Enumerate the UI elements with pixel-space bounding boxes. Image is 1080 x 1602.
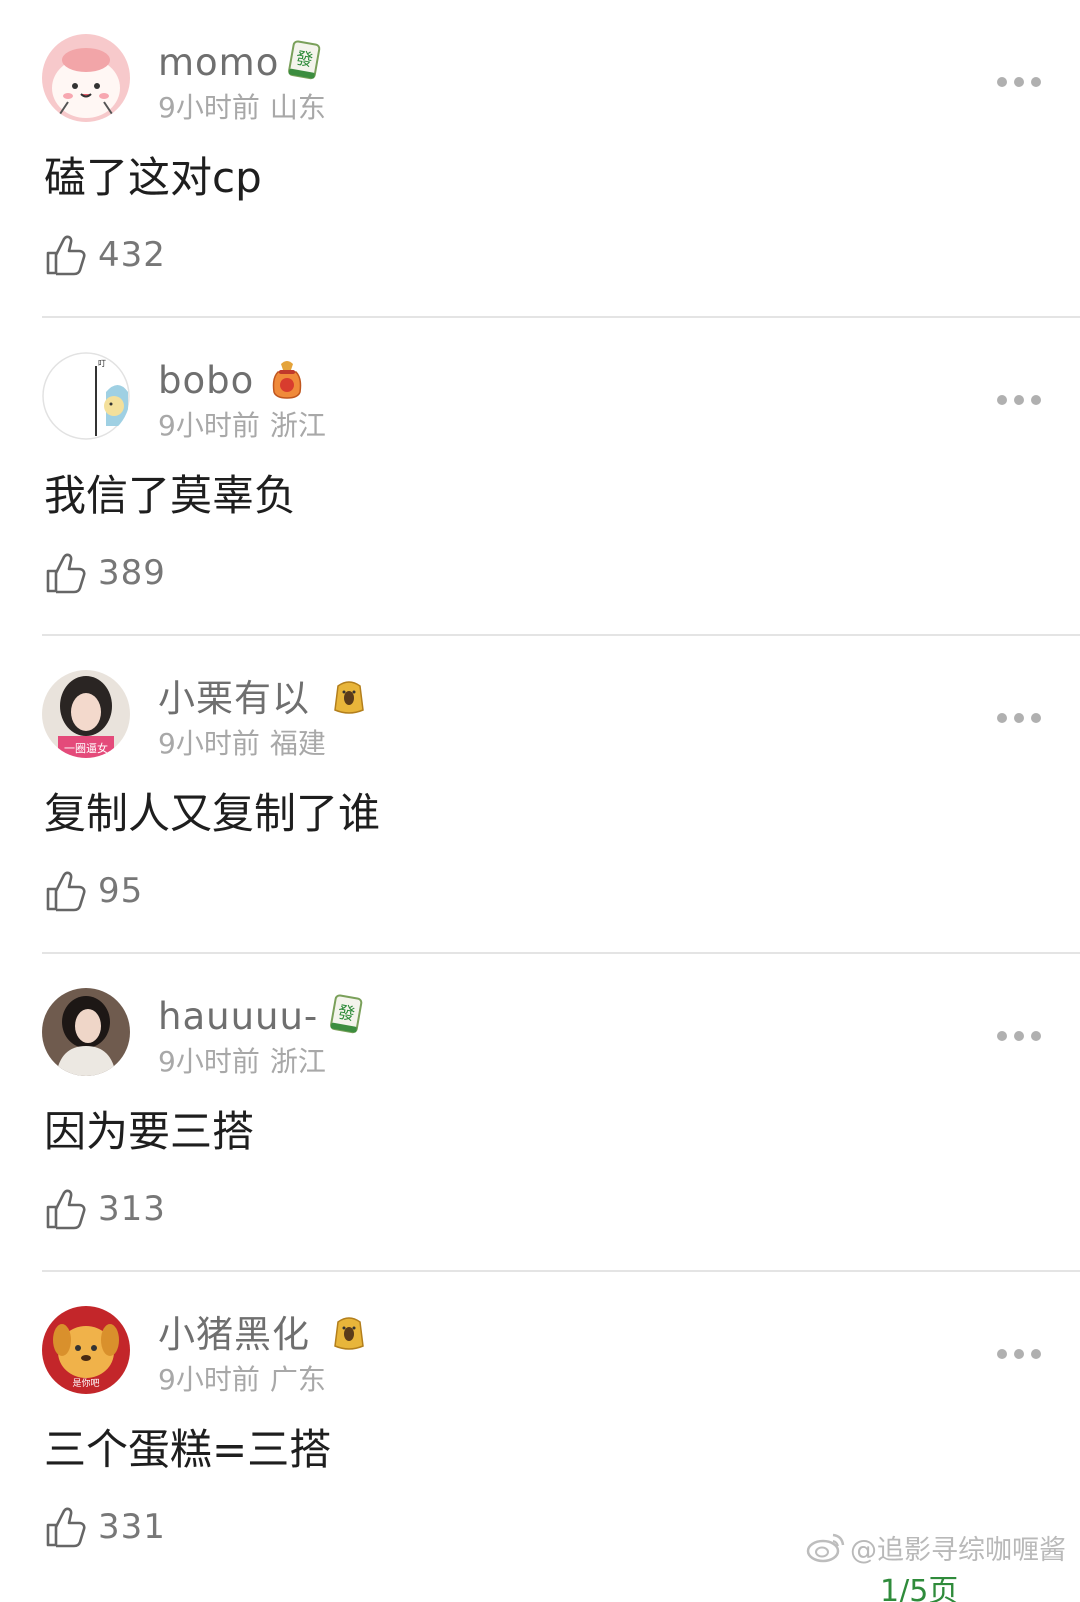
mahjong-fa-tile-badge-icon: 發 xyxy=(330,994,363,1034)
mahjong-tile-char: 發 xyxy=(294,49,314,72)
comment-location: 浙江 xyxy=(269,409,326,442)
like-count: 95 xyxy=(98,871,144,911)
thumbs-up-icon xyxy=(46,553,86,594)
comment-location: 广东 xyxy=(269,1363,326,1396)
comment-location: 山东 xyxy=(269,91,326,124)
like-count: 432 xyxy=(98,235,166,275)
comment-text: 三个蛋糕=三搭 xyxy=(44,1425,332,1474)
watermark-text: @追影寻综咖喱酱 xyxy=(850,1534,1066,1566)
comment-text: 复制人又复制了谁 xyxy=(44,789,381,838)
like-button[interactable]: 432 xyxy=(44,232,166,278)
avatar[interactable] xyxy=(42,34,130,122)
comment-text: 因为要三搭 xyxy=(44,1107,255,1156)
watermark: @追影寻综咖喱酱 xyxy=(806,1527,1066,1567)
comment-item: hauuuu- 發 9小时前 浙江 因为要三搭 313 xyxy=(0,954,1080,1272)
pudding-bear-badge-icon xyxy=(334,1317,364,1350)
avatar-caption: 叮 xyxy=(98,359,106,368)
more-options-icon[interactable] xyxy=(996,1348,1042,1360)
more-options-icon[interactable] xyxy=(996,1030,1042,1042)
dog-avatar-icon: 是你吧 xyxy=(42,1306,130,1394)
comment-meta: 9小时前 山东 xyxy=(158,90,326,126)
thumbs-up-icon xyxy=(46,1507,86,1548)
girl-photo-avatar-2-icon xyxy=(42,988,130,1076)
comment-time: 9小时前 xyxy=(158,1363,260,1396)
more-options-icon[interactable] xyxy=(996,712,1042,724)
comment-meta: 9小时前 福建 xyxy=(158,726,326,762)
avatar[interactable]: 叮 xyxy=(42,352,130,440)
more-options-icon[interactable] xyxy=(996,76,1042,88)
comment-time: 9小时前 xyxy=(158,91,260,124)
username[interactable]: bobo xyxy=(158,358,254,404)
comment-time: 9小时前 xyxy=(158,1045,260,1078)
thumbs-up-icon xyxy=(46,871,86,912)
comment-text: 我信了莫辜负 xyxy=(44,471,297,520)
avatar[interactable]: 是你吧 xyxy=(42,1306,130,1394)
sketch-avatar-icon: 叮 xyxy=(42,352,130,440)
like-button[interactable]: 95 xyxy=(44,868,143,914)
like-button[interactable]: 331 xyxy=(44,1504,166,1550)
avatar-caption: 是你吧 xyxy=(72,1377,99,1389)
more-options-icon[interactable] xyxy=(996,394,1042,406)
username[interactable]: momo xyxy=(158,40,279,86)
page-indicator[interactable]: 1/5页 xyxy=(880,1572,1020,1602)
username[interactable]: hauuuu- xyxy=(158,994,318,1040)
comment-item: 叮 bobo 9小时前 浙江 我信了莫辜负 389 xyxy=(0,318,1080,636)
weibo-logo-icon xyxy=(806,1533,845,1563)
comment-item: momo 發 9小时前 山东 磕了这对cp 432 xyxy=(0,0,1080,318)
like-count: 313 xyxy=(98,1189,166,1229)
thumbs-up-icon xyxy=(46,1189,86,1230)
like-count: 389 xyxy=(98,553,166,593)
like-button[interactable]: 313 xyxy=(44,1186,166,1232)
like-button[interactable]: 389 xyxy=(44,550,166,596)
username[interactable]: 小栗有以 xyxy=(158,676,310,722)
comment-item: 一圈逼女 小栗有以 9小时前 福建 复制人又复制了谁 95 xyxy=(0,636,1080,954)
avatar-caption: 一圈逼女 xyxy=(64,741,108,755)
mahjong-fa-tile-badge-icon: 發 xyxy=(288,40,321,80)
comment-meta: 9小时前 浙江 xyxy=(158,1044,326,1080)
girl-photo-avatar-icon: 一圈逼女 xyxy=(42,670,130,758)
comment-time: 9小时前 xyxy=(158,727,260,760)
comment-time: 9小时前 xyxy=(158,409,260,442)
avatar[interactable] xyxy=(42,988,130,1076)
comment-meta: 9小时前 浙江 xyxy=(158,408,326,444)
username[interactable]: 小猪黑化 xyxy=(158,1312,310,1358)
thumbs-up-icon xyxy=(46,235,86,276)
pudding-bear-badge-icon xyxy=(334,681,364,714)
lucky-bag-badge-icon xyxy=(272,361,302,399)
pink-bunny-avatar-icon xyxy=(42,34,130,122)
mahjong-tile-char: 發 xyxy=(336,1003,356,1026)
comment-text: 磕了这对cp xyxy=(44,153,262,202)
comment-location: 福建 xyxy=(269,727,326,760)
avatar[interactable]: 一圈逼女 xyxy=(42,670,130,758)
comment-meta: 9小时前 广东 xyxy=(158,1362,326,1398)
like-count: 331 xyxy=(98,1507,166,1547)
comment-location: 浙江 xyxy=(269,1045,326,1078)
